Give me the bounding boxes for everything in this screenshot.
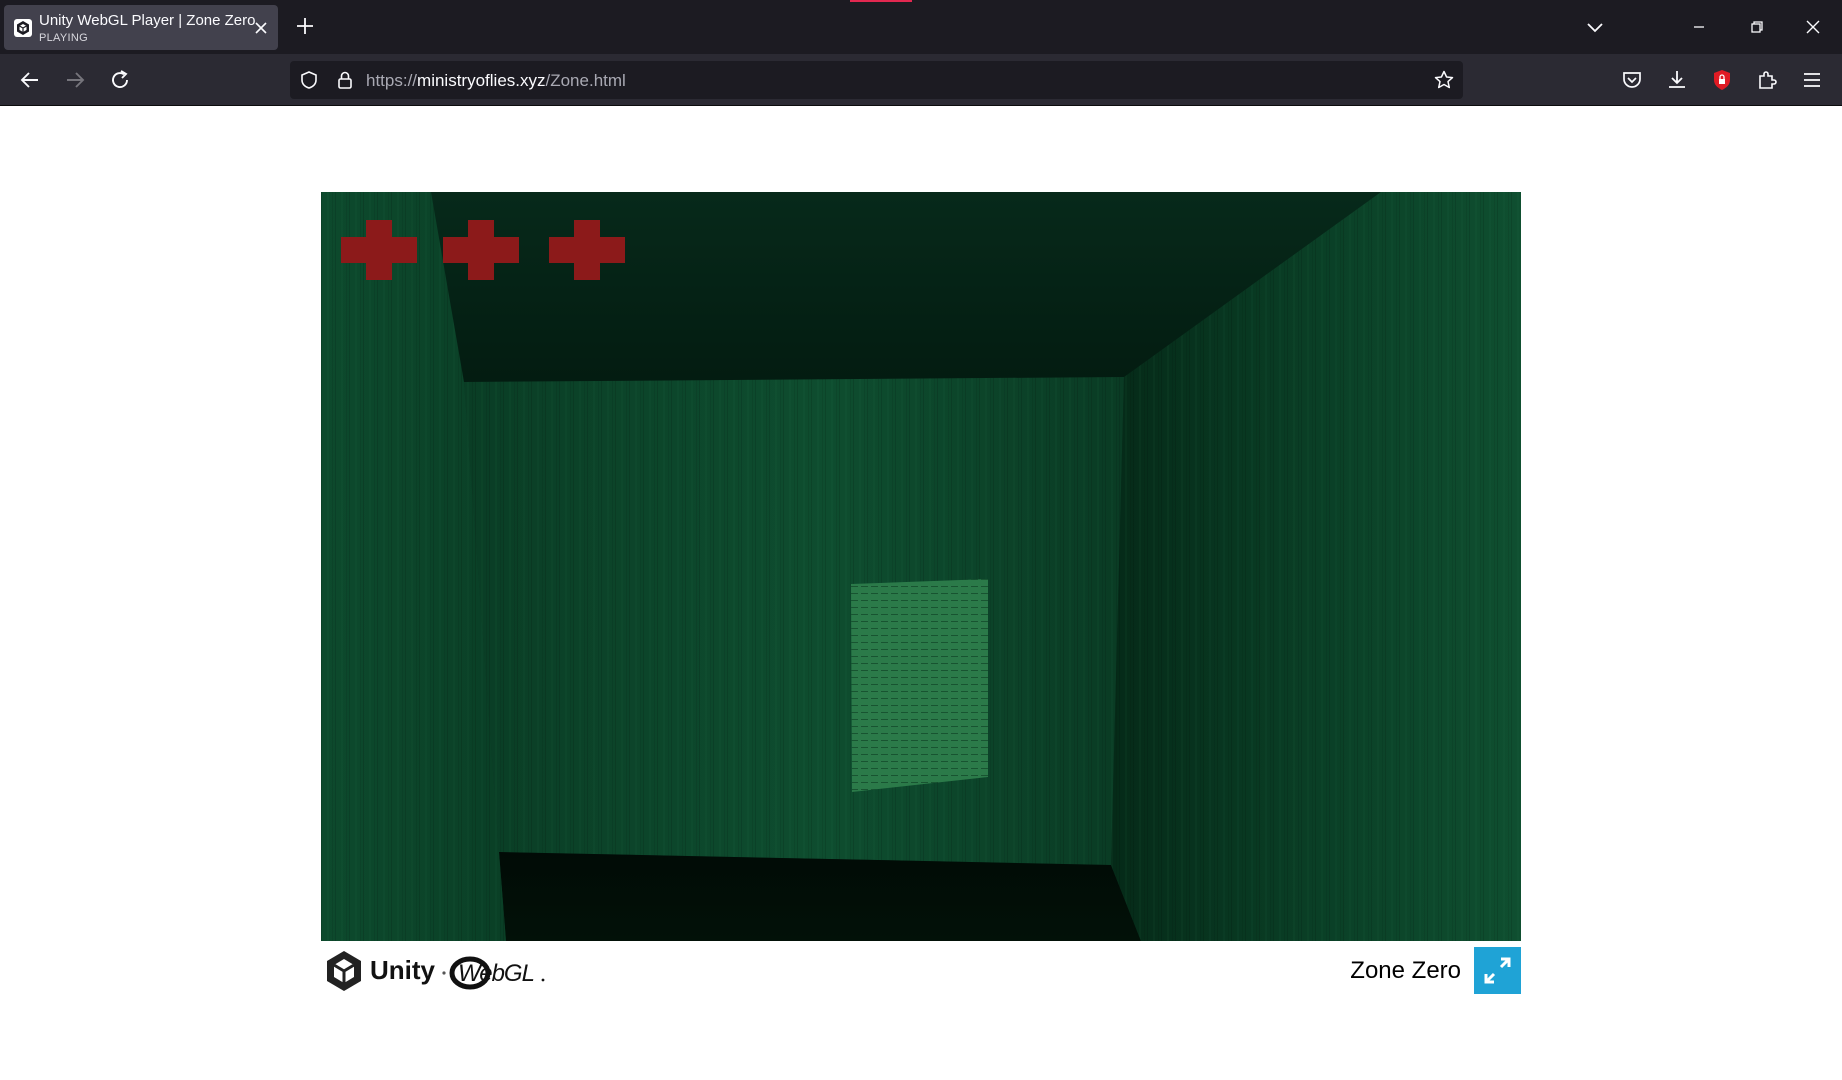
game-canvas[interactable] xyxy=(321,192,1521,941)
health-cross-icon xyxy=(443,220,519,280)
fullscreen-icon xyxy=(1484,957,1511,984)
url-domain: ministryoflies.xyz xyxy=(417,71,546,90)
new-tab-icon[interactable] xyxy=(294,15,316,37)
forward-icon[interactable] xyxy=(62,67,88,93)
download-icon[interactable] xyxy=(1664,67,1690,93)
tab-close-icon[interactable] xyxy=(252,19,270,37)
star-icon[interactable] xyxy=(1433,69,1455,91)
ublock-icon[interactable] xyxy=(1709,67,1735,93)
note-paper[interactable] xyxy=(851,579,988,792)
pocket-icon[interactable] xyxy=(1619,67,1645,93)
health-cross-icon xyxy=(549,220,625,280)
health-cross-icon xyxy=(341,220,417,280)
minimize-icon[interactable] xyxy=(1686,14,1712,40)
restore-icon[interactable] xyxy=(1744,14,1770,40)
unity-footer: Unity WebGL Zone Zero xyxy=(321,941,1521,999)
unity-icon xyxy=(14,19,32,37)
menu-icon[interactable] xyxy=(1799,67,1825,93)
url-bar[interactable]: https://ministryoflies.xyz/Zone.html xyxy=(290,61,1463,99)
extensions-icon[interactable] xyxy=(1754,67,1780,93)
game-scene xyxy=(321,192,1521,941)
browser-tab-strip: Unity WebGL Player | Zone Zero PLAYING xyxy=(0,0,1842,54)
close-icon[interactable] xyxy=(1800,14,1826,40)
shield-icon[interactable] xyxy=(298,69,320,91)
unity-container: Unity WebGL Zone Zero xyxy=(321,192,1521,999)
build-title: Zone Zero xyxy=(1350,957,1461,984)
url-path: /Zone.html xyxy=(545,71,626,90)
tab-playing-status: PLAYING xyxy=(39,32,88,44)
url-text[interactable]: https://ministryoflies.xyz/Zone.html xyxy=(366,71,626,91)
tab-strip-indicator xyxy=(850,0,912,2)
lock-icon[interactable] xyxy=(334,69,356,91)
tab-title: Unity WebGL Player | Zone Zero xyxy=(39,12,256,29)
svg-text:WebGL: WebGL xyxy=(458,960,534,987)
fullscreen-button[interactable] xyxy=(1474,947,1521,994)
reload-icon[interactable] xyxy=(107,67,133,93)
back-icon[interactable] xyxy=(17,67,43,93)
browser-navigation-bar: https://ministryoflies.xyz/Zone.html xyxy=(0,54,1842,106)
svg-text:Unity: Unity xyxy=(370,955,436,985)
unity-webgl-logo: Unity WebGL xyxy=(327,951,545,991)
browser-tab[interactable]: Unity WebGL Player | Zone Zero PLAYING xyxy=(4,5,278,50)
list-all-tabs-icon[interactable] xyxy=(1582,14,1608,40)
url-prefix: https:// xyxy=(366,71,418,90)
